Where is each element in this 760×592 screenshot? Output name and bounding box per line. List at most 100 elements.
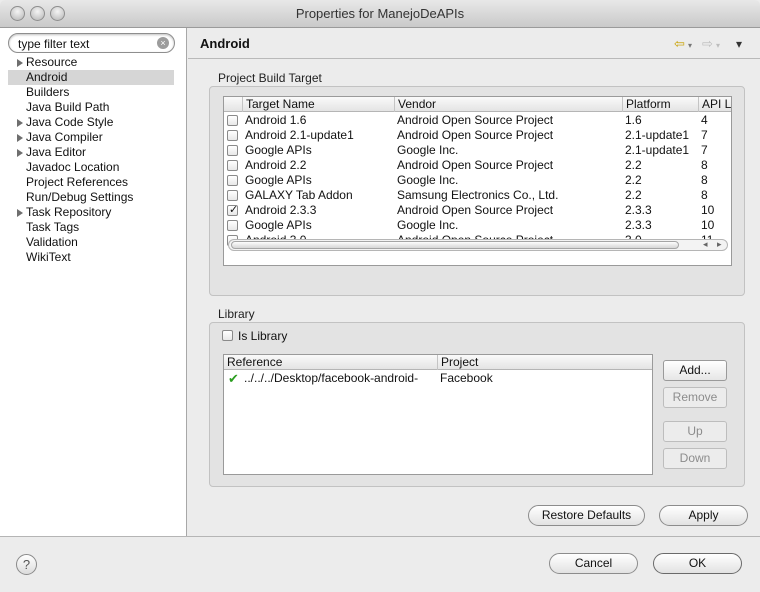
target-platform-cell: 2.2 xyxy=(625,158,642,172)
target-name-cell: Android 2.2 xyxy=(245,158,307,172)
view-menu-icon[interactable]: ▾ xyxy=(736,37,742,51)
target-row[interactable]: Google APIs Google Inc. 2.3.3 10 xyxy=(224,218,731,233)
header-check-column xyxy=(224,97,243,112)
clear-filter-icon[interactable]: × xyxy=(157,37,169,49)
is-library-label: Is Library xyxy=(238,329,288,343)
tree-item[interactable]: Resource xyxy=(0,55,186,70)
target-checkbox[interactable] xyxy=(227,160,238,171)
target-row[interactable]: Android 2.2 Android Open Source Project 2.… xyxy=(224,158,731,173)
tree-item[interactable]: Java Build Path xyxy=(0,100,186,115)
target-vendor-cell: Samsung Electronics Co., Ltd. xyxy=(397,188,559,202)
back-menu-icon[interactable]: ▾ xyxy=(688,41,692,50)
target-checkbox[interactable] xyxy=(227,145,238,156)
dialog-footer: ? Cancel OK xyxy=(0,536,760,592)
header-separator xyxy=(188,58,760,59)
cancel-button[interactable]: Cancel xyxy=(549,553,638,574)
tree-item[interactable]: Run/Debug Settings xyxy=(0,190,186,205)
header-reference[interactable]: Reference xyxy=(224,355,438,370)
horizontal-scrollbar[interactable]: ◂ ▸ xyxy=(228,239,728,251)
tree-item[interactable]: Task Repository xyxy=(0,205,186,220)
target-name-cell: Google APIs xyxy=(245,173,312,187)
target-row[interactable]: GALAXY Tab Addon Samsung Electronics Co.,… xyxy=(224,188,731,203)
library-label: Library xyxy=(218,307,255,321)
tree-item-label: Builders xyxy=(26,85,70,99)
back-icon[interactable]: ⇦ xyxy=(674,36,685,52)
expand-arrow-icon[interactable] xyxy=(17,134,23,142)
library-table: Reference Project ✔ ../../../Desktop/face… xyxy=(223,354,653,475)
move-down-button[interactable]: Down xyxy=(663,448,727,469)
main-panel: Android ⇦ ▾ ⇨ ▾ ▾ Project Build Target T… xyxy=(188,28,760,536)
filter-field[interactable]: × xyxy=(8,33,175,53)
target-api-cell: 10 xyxy=(701,203,715,217)
header-platform[interactable]: Platform xyxy=(623,97,699,112)
target-checkbox[interactable] xyxy=(227,175,238,186)
target-platform-cell: 2.2 xyxy=(625,173,642,187)
target-row[interactable]: Google APIs Google Inc. 2.1-update1 7 xyxy=(224,143,731,158)
target-api-cell: 7 xyxy=(701,143,708,157)
filter-input[interactable] xyxy=(18,36,153,51)
target-row[interactable]: Google APIs Google Inc. 2.2 8 xyxy=(224,173,731,188)
remove-library-button[interactable]: Remove xyxy=(663,387,727,408)
library-row[interactable]: ✔ ../../../Desktop/facebook-android- Faceb… xyxy=(224,371,652,386)
target-row[interactable]: Android 1.6 Android Open Source Project 1.… xyxy=(224,113,731,128)
header-target-name[interactable]: Target Name xyxy=(243,97,395,112)
tree-item[interactable]: Javadoc Location xyxy=(0,160,186,175)
forward-icon: ⇨ xyxy=(702,36,713,51)
build-target-label: Project Build Target xyxy=(218,71,322,85)
target-name-cell: Google APIs xyxy=(245,218,312,232)
sidebar: × ResourceAndroidBuildersJava Build Path… xyxy=(0,28,187,536)
target-platform-cell: 2.3.3 xyxy=(625,203,652,217)
target-vendor-cell: Android Open Source Project xyxy=(397,158,554,172)
header-project[interactable]: Project xyxy=(438,355,652,370)
target-checkbox[interactable] xyxy=(227,115,238,126)
tree-item-label: Resource xyxy=(26,55,78,69)
tree-item[interactable]: Java Compiler xyxy=(0,130,186,145)
library-group: Is Library Reference Project ✔ ../../../D… xyxy=(209,322,745,487)
expand-arrow-icon[interactable] xyxy=(17,149,23,157)
ok-button[interactable]: OK xyxy=(653,553,742,574)
header-vendor[interactable]: Vendor xyxy=(395,97,623,112)
move-up-button[interactable]: Up xyxy=(663,421,727,442)
page-title: Android xyxy=(200,36,250,51)
target-platform-cell: 2.1-update1 xyxy=(625,143,690,157)
apply-button[interactable]: Apply xyxy=(659,505,748,526)
tree-item[interactable]: Validation xyxy=(0,235,186,250)
tree-item[interactable]: WikiText xyxy=(0,250,186,265)
tree-item[interactable]: Android xyxy=(8,70,174,85)
tree-item[interactable]: Builders xyxy=(0,85,186,100)
target-name-cell: Android 2.1-update1 xyxy=(245,128,354,142)
target-checkbox[interactable] xyxy=(227,220,238,231)
scroll-left-arrow-icon[interactable]: ◂ xyxy=(703,239,708,250)
help-icon[interactable]: ? xyxy=(16,554,37,575)
window-title: Properties for ManejoDeAPIs xyxy=(295,6,465,21)
target-name-cell: Android 2.3.3 xyxy=(245,203,317,217)
header-api-level[interactable]: API Le xyxy=(699,97,731,112)
add-library-button[interactable]: Add... xyxy=(663,360,727,381)
expand-arrow-icon[interactable] xyxy=(17,59,23,67)
expand-arrow-icon[interactable] xyxy=(17,209,23,217)
target-row[interactable]: ✓ Android 2.3.3 Android Open Source Projec… xyxy=(224,203,731,218)
tree-item-label: Task Repository xyxy=(26,205,112,219)
target-platform-cell: 1.6 xyxy=(625,113,642,127)
tree-item[interactable]: Task Tags xyxy=(0,220,186,235)
target-checkbox[interactable]: ✓ xyxy=(227,204,239,216)
target-checkbox[interactable] xyxy=(227,130,238,141)
tree-item[interactable]: Java Editor xyxy=(0,145,186,160)
restore-defaults-button[interactable]: Restore Defaults xyxy=(528,505,645,526)
title-bar: Properties for ManejoDeAPIs xyxy=(0,0,760,28)
forward-menu-icon: ▾ xyxy=(716,41,721,50)
target-vendor-cell: Google Inc. xyxy=(397,143,459,157)
tree-item-label: Java Compiler xyxy=(26,130,103,144)
target-row[interactable]: Android 2.1-update1 Android Open Source P… xyxy=(224,128,731,143)
tree-item-label: Java Build Path xyxy=(26,100,110,114)
tree-item[interactable]: Project References xyxy=(0,175,186,190)
is-library-checkbox[interactable] xyxy=(222,330,233,341)
scroll-thumb[interactable] xyxy=(231,241,679,249)
tree-item[interactable]: Java Code Style xyxy=(0,115,186,130)
check-icon: ✓ xyxy=(229,204,239,216)
target-api-cell: 4 xyxy=(701,113,708,127)
scroll-right-arrow-icon[interactable]: ▸ xyxy=(717,239,722,250)
expand-arrow-icon[interactable] xyxy=(17,119,23,127)
target-vendor-cell: Android Open Source Project xyxy=(397,203,554,217)
target-checkbox[interactable] xyxy=(227,190,238,201)
